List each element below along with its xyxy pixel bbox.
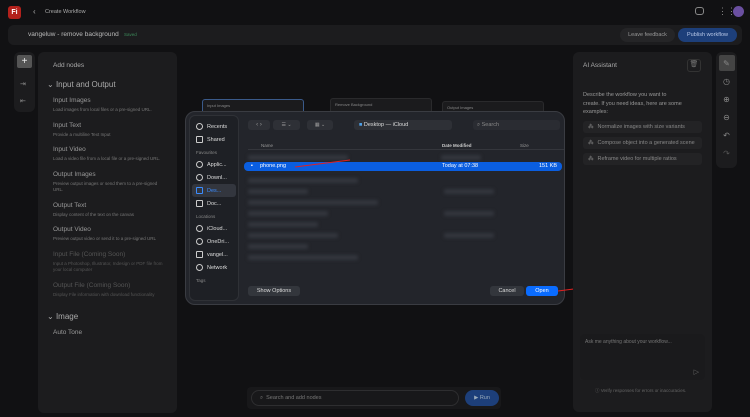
disclaimer-text: Verify responses for errors or inaccurac… xyxy=(600,388,687,393)
example-prompt[interactable]: ⁂ Normalize images with size variants xyxy=(583,120,702,133)
bottom-toolbar: ⌕ Search and add nodes ▶ Run xyxy=(247,387,501,409)
search-placeholder: Search and add nodes xyxy=(266,395,322,401)
zoom-out-icon[interactable]: ⊖ xyxy=(719,109,735,125)
run-button[interactable]: ▶ Run xyxy=(465,390,499,406)
redo-icon[interactable]: ↷ xyxy=(719,145,735,161)
example-label: Reframe video for multiple ratios xyxy=(597,155,677,162)
sparkle-icon: ⁂ xyxy=(588,155,594,162)
example-label: Compose object into a generated scene xyxy=(597,139,695,146)
assistant-input[interactable]: Ask me anything about your workflow... ▷ xyxy=(580,334,705,380)
assistant-title: AI Assistant xyxy=(583,62,617,69)
example-prompt[interactable]: ⁂ Compose object into a generated scene xyxy=(583,136,702,149)
sparkle-icon: ⁂ xyxy=(588,139,594,146)
chat-icon[interactable]: ✎ xyxy=(718,55,735,71)
arrow-to-file xyxy=(294,159,351,168)
example-prompt[interactable]: ⁂ Reframe video for multiple ratios xyxy=(583,152,702,165)
send-icon[interactable]: ▷ xyxy=(694,368,699,376)
ai-assistant-panel: AI Assistant 🗑 Describe the workflow you… xyxy=(573,52,712,412)
example-label: Normalize images with size variants xyxy=(597,123,685,130)
right-rail: ✎ ◷ ⊕ ⊖ ↶ ↷ xyxy=(716,52,737,168)
trash-icon[interactable]: 🗑 xyxy=(687,59,701,72)
run-label: Run xyxy=(479,395,490,401)
undo-icon[interactable]: ↶ xyxy=(719,127,735,143)
search-nodes-input[interactable]: ⌕ Search and add nodes xyxy=(251,390,459,406)
sparkle-icon: ⁂ xyxy=(588,123,594,130)
assistant-intro: Describe the workflow you want to create… xyxy=(583,92,682,115)
input-placeholder: Ask me anything about your workflow... xyxy=(585,339,672,345)
history-icon[interactable]: ◷ xyxy=(719,73,735,89)
zoom-in-icon[interactable]: ⊕ xyxy=(719,91,735,107)
disclaimer: ⓘ Verify responses for errors or inaccur… xyxy=(595,388,687,393)
